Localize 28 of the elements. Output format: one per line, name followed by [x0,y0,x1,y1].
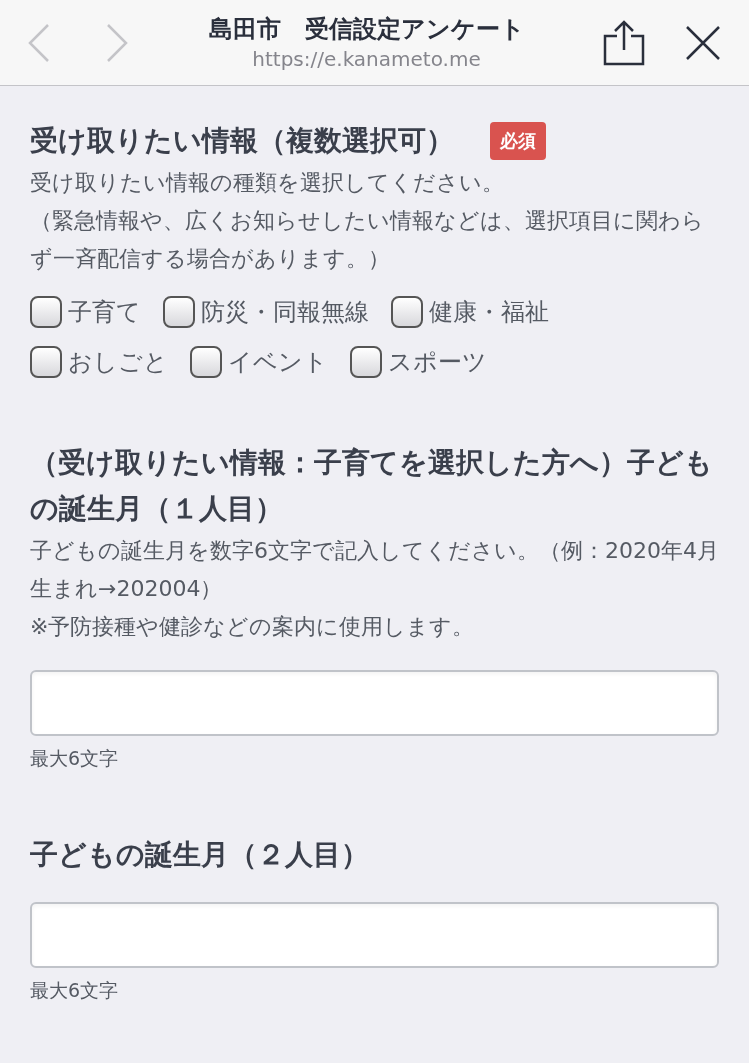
checkbox-label: 防災・同報無線 [201,297,369,328]
input-field[interactable] [30,670,719,736]
checkbox[interactable] [30,296,62,328]
question-description: ※予防接種や健診などの案内に使用します。 [30,613,476,641]
checkbox-label: 子育て [68,297,141,328]
checkbox[interactable] [350,346,382,378]
question-title: （受け取りたい情報：子育てを選択した方へ）子どもの誕生月（１人目） [30,445,714,527]
checkbox-label: おしごと [68,347,168,378]
checkbox[interactable] [190,346,222,378]
page-url: https://e.kanameto.me [252,45,481,73]
question-title: 子どもの誕生月（２人目） [30,837,369,873]
page-title: 島田市 受信設定アンケート [208,13,525,45]
checkbox[interactable] [391,296,423,328]
field-hint: 最大6文字 [30,746,120,771]
checkbox-label: イベント [228,347,328,378]
question-title: 受け取りたい情報（複数選択可） [30,123,454,159]
close-icon[interactable] [685,24,721,61]
checkbox[interactable] [163,296,195,328]
checkbox-label: 健康・福祉 [429,297,549,328]
question-description: （緊急情報や、広くお知らせしたい情報などは、選択項目に関わらず一斉配信する場合があります。） [30,207,705,273]
required-badge: 必須 [490,122,546,160]
checkbox[interactable] [30,346,62,378]
checkbox-label: スポーツ [388,347,487,378]
question-description: 受け取りたい情報の種類を選択してください。 [30,169,505,197]
question-description: 子どもの誕生月を数字6文字で記入してください。（例：2020年4月生まれ→202004） [30,537,719,603]
share-icon[interactable] [603,19,645,66]
input-field[interactable] [30,902,719,968]
field-hint: 最大6文字 [30,978,120,1003]
